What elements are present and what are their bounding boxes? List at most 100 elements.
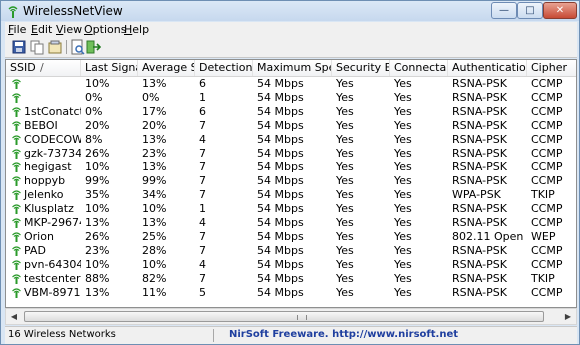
cell-security-enabled: Yes: [336, 229, 354, 243]
cell-detection: 7: [199, 160, 206, 174]
cell-maximum-speed: 54 Mbps: [257, 90, 304, 104]
networks-list[interactable]: SSID/ Last Signal Average Si... Detectio…: [5, 59, 577, 308]
maximize-button[interactable]: □: [517, 2, 543, 19]
cell-last-signal: 10%: [85, 160, 110, 174]
cell-average-signal: 28%: [142, 243, 167, 257]
scroll-right-icon[interactable]: ▶: [560, 309, 576, 324]
menu-file[interactable]: File: [8, 23, 26, 36]
cell-ssid: Jelenko: [24, 188, 64, 202]
cell-connectable: Yes: [394, 271, 412, 285]
cell-detection: 4: [199, 132, 206, 146]
status-bar: 16 Wireless Networks NirSoft Freeware. h…: [5, 326, 577, 344]
cell-connectable: Yes: [394, 160, 412, 174]
column-header-average-signal[interactable]: Average Si...: [138, 60, 195, 76]
cell-connectable: Yes: [394, 104, 412, 118]
scroll-left-icon[interactable]: ◀: [6, 309, 22, 324]
cell-connectable: Yes: [394, 132, 412, 146]
cell-ssid: MKP-29674: [24, 216, 81, 229]
cell-cipher: CCMP: [531, 77, 563, 90]
menu-bar: File Edit View Options Help: [5, 22, 577, 37]
cell-ssid: pvn-64304: [24, 257, 81, 271]
cell-last-signal: 13%: [85, 285, 110, 299]
menu-help[interactable]: Help: [124, 23, 149, 36]
nirsoft-link[interactable]: NirSoft Freeware. http://www.nirsoft.net: [229, 329, 458, 340]
cell-cipher: TKIP: [531, 188, 555, 202]
cell-maximum-speed: 54 Mbps: [257, 104, 304, 118]
properties-icon[interactable]: [47, 39, 63, 55]
cell-last-signal: 8%: [85, 132, 103, 146]
table-row[interactable]: hoppyb 99% 99% 7 54 Mbps Yes Yes RSNA-PSK CCMP: [6, 174, 576, 188]
cell-maximum-speed: 54 Mbps: [257, 132, 304, 146]
toolbar: [5, 37, 577, 58]
cell-security-enabled: Yes: [336, 104, 354, 118]
scrollbar-grip: [297, 315, 307, 320]
column-header-security-enabled[interactable]: Security En...: [332, 60, 390, 76]
html-report-icon[interactable]: [69, 39, 85, 55]
cell-authentication: WPA-PSK: [452, 188, 501, 202]
cell-authentication: RSNA-PSK: [452, 216, 507, 229]
table-row[interactable]: pvn-64304 10% 10% 4 54 Mbps Yes Yes RSNA-PSK CCM…: [6, 257, 576, 271]
copy-icon[interactable]: [29, 39, 45, 55]
cell-security-enabled: Yes: [336, 77, 354, 90]
cell-security-enabled: Yes: [336, 160, 354, 174]
cell-authentication: RSNA-PSK: [452, 90, 507, 104]
cell-last-signal: 10%: [85, 257, 110, 271]
column-header-ssid[interactable]: SSID /: [6, 60, 81, 76]
cell-ssid: hoppyb: [24, 174, 66, 188]
table-row[interactable]: hegigast 10% 13% 7 54 Mbps Yes Yes RSNA-PSK CCMP: [6, 160, 576, 174]
cell-cipher: WEP: [531, 229, 556, 243]
cell-average-signal: 25%: [142, 229, 167, 243]
table-row[interactable]: MKP-29674 13% 13% 4 54 Mbps Yes Yes RSNA-PSK CCM…: [6, 216, 576, 229]
menu-view[interactable]: View: [56, 23, 82, 36]
cell-authentication: RSNA-PSK: [452, 132, 507, 146]
cell-maximum-speed: 54 Mbps: [257, 216, 304, 229]
table-row[interactable]: testcenter 88% 82% 7 54 Mbps Yes Yes RSNA-PSK TK…: [6, 271, 576, 285]
cell-detection: 7: [199, 188, 206, 202]
column-header-cipher[interactable]: Cipher: [527, 60, 576, 76]
table-row[interactable]: Klusplatz 10% 10% 1 54 Mbps Yes Yes RSNA-PSK CCM…: [6, 202, 576, 216]
cell-cipher: CCMP: [531, 257, 563, 271]
column-header-connectable[interactable]: Connectable: [390, 60, 448, 76]
cell-security-enabled: Yes: [336, 216, 354, 229]
cell-last-signal: 99%: [85, 174, 110, 188]
save-icon[interactable]: [11, 39, 27, 55]
table-row[interactable]: gzk-73734 26% 23% 7 54 Mbps Yes Yes RSNA-PSK CCM…: [6, 146, 576, 160]
cell-detection: 4: [199, 257, 206, 271]
horizontal-scrollbar[interactable]: ◀ ▶: [5, 308, 577, 325]
cell-cipher: CCMP: [531, 118, 563, 132]
table-row[interactable]: 1stConatct 0% 17% 6 54 Mbps Yes Yes RSNA-PSK CCM…: [6, 104, 576, 118]
column-header-detection[interactable]: Detection ...: [195, 60, 253, 76]
table-row[interactable]: Jelenko 35% 34% 7 54 Mbps Yes Yes WPA-PSK TKIP: [6, 188, 576, 202]
cell-cipher: CCMP: [531, 146, 563, 160]
cell-average-signal: 34%: [142, 188, 167, 202]
table-row[interactable]: BEBOI 20% 20% 7 54 Mbps Yes Yes RSNA-PSK CCMP: [6, 118, 576, 132]
table-row[interactable]: VBM-89713 13% 11% 5 54 Mbps Yes Yes RSNA-PSK CCM…: [6, 285, 576, 299]
column-header-authentication[interactable]: Authentication: [448, 60, 527, 76]
cell-authentication: RSNA-PSK: [452, 174, 507, 188]
cell-last-signal: 35%: [85, 188, 110, 202]
menu-edit[interactable]: Edit: [31, 23, 52, 36]
table-row[interactable]: 10% 13% 6 54 Mbps Yes Yes RSNA-PSK CCMP: [6, 77, 576, 90]
cell-detection: 1: [199, 202, 206, 216]
cell-cipher: CCMP: [531, 132, 563, 146]
menu-options[interactable]: Options: [84, 23, 126, 36]
table-row[interactable]: CODECOW 8% 13% 4 54 Mbps Yes Yes RSNA-PSK CCMP: [6, 132, 576, 146]
cell-average-signal: 23%: [142, 146, 167, 160]
table-row[interactable]: 0% 0% 1 54 Mbps Yes Yes RSNA-PSK CCMP: [6, 90, 576, 104]
scrollbar-thumb[interactable]: [24, 311, 544, 322]
title-bar[interactable]: WirelessNetView — □ ✕: [1, 1, 579, 21]
exit-icon[interactable]: [85, 39, 101, 55]
table-row[interactable]: Orion 26% 25% 7 54 Mbps Yes Yes 802.11 Open WEP: [6, 229, 576, 243]
close-button[interactable]: ✕: [543, 2, 577, 19]
cell-average-signal: 13%: [142, 160, 167, 174]
minimize-button[interactable]: —: [491, 2, 517, 19]
table-row[interactable]: PAD 23% 28% 7 54 Mbps Yes Yes RSNA-PSK CCMP: [6, 243, 576, 257]
column-header-maximum-speed[interactable]: Maximum Speed: [253, 60, 332, 76]
cell-average-signal: 13%: [142, 216, 167, 229]
toolbar-separator: [66, 40, 67, 54]
column-header-last-signal[interactable]: Last Signal: [81, 60, 138, 76]
cell-connectable: Yes: [394, 90, 412, 104]
cell-cipher: CCMP: [531, 104, 563, 118]
cell-cipher: CCMP: [531, 174, 563, 188]
cell-ssid: [20, 91, 81, 104]
